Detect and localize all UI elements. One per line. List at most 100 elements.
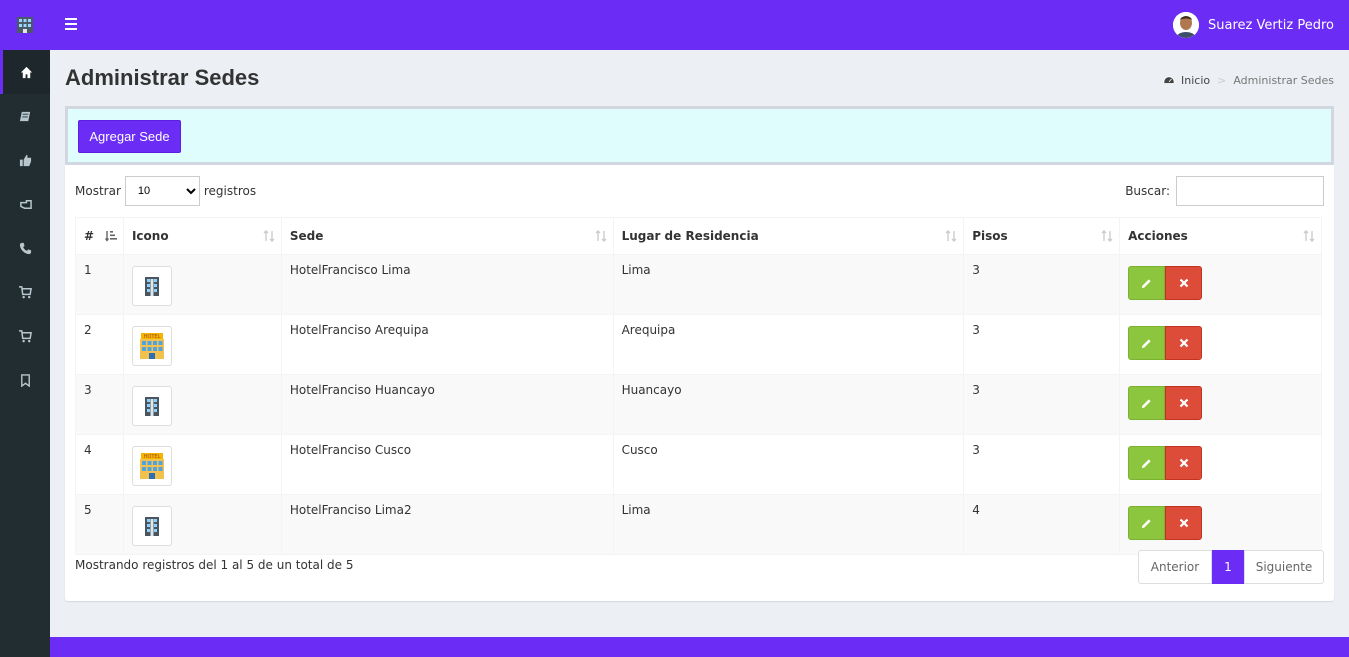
row-icon-cell: HOTEL	[122, 434, 282, 495]
row-actions	[1119, 494, 1322, 555]
hotel-image-icon: HOTEL	[131, 446, 172, 486]
hotel-image-icon	[131, 386, 172, 426]
row-sede: HotelFranciso Huancayo	[280, 374, 614, 435]
table-body: 1 HotelFrancisco Lima Lima 3 2 HOTEL HotelFran…	[75, 254, 1322, 555]
menu-toggle-icon[interactable]	[65, 18, 77, 30]
table-row: 1 HotelFrancisco Lima Lima 3	[75, 254, 1322, 315]
hotel-image-icon	[131, 506, 172, 546]
row-icon-cell	[122, 254, 282, 315]
row-lugar: Lima	[612, 254, 965, 315]
edit-button[interactable]	[1128, 326, 1166, 360]
sidebar-item-phone[interactable]	[0, 226, 50, 270]
sidebar-item-home[interactable]	[0, 50, 50, 94]
sort-both-icon	[1101, 230, 1113, 242]
page-title: Administrar Sedes	[65, 65, 260, 90]
delete-button[interactable]	[1165, 266, 1203, 300]
delete-button[interactable]	[1165, 446, 1203, 480]
show-label: Mostrar	[75, 184, 121, 198]
column-header-lugar[interactable]: Lugar de Residencia	[612, 217, 965, 255]
table-row: 3 HotelFranciso Huancayo Huancayo 3	[75, 374, 1322, 435]
sidebar-item-cart-2[interactable]	[0, 314, 50, 358]
add-sede-button[interactable]: Agregar Sede	[78, 120, 181, 153]
row-lugar: Lima	[612, 494, 965, 555]
table-row: 5 HotelFranciso Lima2 Lima 4	[75, 494, 1322, 555]
row-actions	[1119, 374, 1322, 435]
row-icon-cell	[122, 494, 282, 555]
sort-both-icon	[263, 230, 275, 242]
delete-button[interactable]	[1165, 326, 1203, 360]
search-input[interactable]	[1176, 176, 1324, 206]
phone-icon	[19, 242, 31, 254]
pagination-page-1[interactable]: 1	[1212, 550, 1244, 584]
sidebar-item-hand[interactable]	[0, 182, 50, 226]
cart-icon	[18, 285, 32, 298]
records-label: registros	[203, 184, 257, 198]
column-header-acciones[interactable]: Acciones	[1119, 217, 1322, 255]
edit-button[interactable]	[1128, 386, 1166, 420]
pencil-icon	[1142, 458, 1151, 468]
page-length-select[interactable]: 10	[124, 176, 200, 206]
row-pisos: 3	[963, 374, 1121, 435]
edit-button[interactable]	[1128, 266, 1166, 300]
table-header-row: # Icono Sede Lugar de Residencia Pisos A…	[75, 217, 1322, 255]
row-actions	[1119, 254, 1322, 315]
row-pisos: 4	[963, 494, 1121, 555]
edit-button[interactable]	[1128, 506, 1166, 540]
row-sede: HotelFrancisco Lima	[280, 254, 614, 315]
row-lugar: Huancayo	[612, 374, 965, 435]
page-length-control: Mostrar 10 registros	[75, 176, 256, 206]
pencil-icon	[1142, 398, 1151, 408]
book-icon	[19, 111, 30, 121]
sort-asc-icon	[104, 231, 117, 242]
row-actions	[1119, 434, 1322, 495]
hand-point-icon	[19, 199, 32, 209]
row-lugar: Cusco	[612, 434, 965, 495]
column-header-sede[interactable]: Sede	[280, 217, 614, 255]
sort-both-icon	[595, 230, 607, 242]
sidebar-item-thumbs[interactable]	[0, 138, 50, 182]
pagination-previous[interactable]: Anterior	[1138, 550, 1212, 584]
table-info: Mostrando registros del 1 al 5 de un tot…	[75, 558, 354, 572]
pencil-icon	[1142, 518, 1151, 528]
pencil-icon	[1142, 338, 1151, 348]
column-header-pisos[interactable]: Pisos	[963, 217, 1121, 255]
pencil-icon	[1142, 278, 1151, 288]
row-number: 2	[75, 314, 124, 375]
cart-icon	[18, 329, 32, 342]
row-pisos: 3	[963, 254, 1121, 315]
user-menu[interactable]: Suarez Vertiz Pedro	[1172, 12, 1334, 38]
add-panel: Agregar Sede	[65, 106, 1334, 165]
sidebar-item-book[interactable]	[0, 94, 50, 138]
top-navbar: Suarez Vertiz Pedro	[50, 0, 1349, 50]
hotel-image-icon: HOTEL	[131, 326, 172, 366]
sort-both-icon	[945, 230, 957, 242]
row-number: 5	[75, 494, 124, 555]
sidebar-item-bookmark[interactable]	[0, 358, 50, 402]
edit-button[interactable]	[1128, 446, 1166, 480]
row-icon-cell: HOTEL	[122, 314, 282, 375]
column-header-icono[interactable]: Icono	[122, 217, 282, 255]
delete-button[interactable]	[1165, 506, 1203, 540]
table-row: 2 HOTEL HotelFranciso Arequipa Arequipa 3	[75, 314, 1322, 375]
delete-button[interactable]	[1165, 386, 1203, 420]
row-sede: HotelFranciso Arequipa	[280, 314, 614, 375]
sidebar-item-cart-1[interactable]	[0, 270, 50, 314]
pagination-next[interactable]: Siguiente	[1244, 550, 1324, 584]
breadcrumb: Inicio > Administrar Sedes	[1163, 74, 1334, 87]
footer-bar	[50, 637, 1349, 657]
breadcrumb-home[interactable]: Inicio	[1181, 74, 1210, 87]
hotel-logo-icon	[17, 17, 33, 33]
hotel-image-icon	[131, 266, 172, 306]
close-icon	[1179, 338, 1188, 348]
logo[interactable]	[0, 0, 50, 50]
column-header-number[interactable]: #	[75, 217, 124, 255]
bookmark-icon	[20, 373, 30, 387]
row-icon-cell	[122, 374, 282, 435]
thumbs-up-icon	[19, 154, 31, 166]
breadcrumb-current: Administrar Sedes	[1233, 74, 1334, 87]
row-number: 4	[75, 434, 124, 495]
main-content: Administrar Sedes Inicio > Administrar S…	[50, 50, 1349, 637]
close-icon	[1179, 398, 1188, 408]
row-pisos: 3	[963, 434, 1121, 495]
sort-both-icon	[1303, 230, 1315, 242]
